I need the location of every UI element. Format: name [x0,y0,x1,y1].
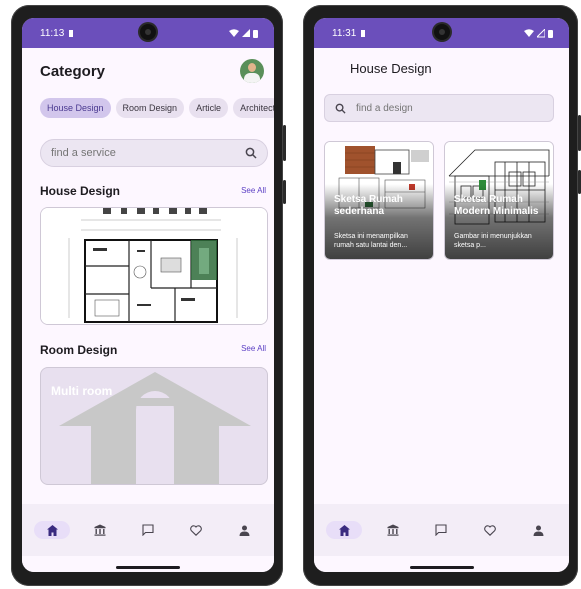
search-bar[interactable] [324,94,554,122]
nav-favorites[interactable] [178,521,214,539]
bottom-navigation [22,504,274,556]
battery-icon [253,29,258,38]
page-title: Category [40,62,106,80]
floor-plan-image [41,208,267,324]
design-card-title: Sketsa Rumah sederhana [334,194,403,217]
search-icon[interactable] [245,147,257,159]
avatar[interactable] [240,59,264,83]
heart-icon [484,524,496,536]
person-icon [239,525,249,536]
phone-right: 11:31 House Design find a design Sketsa … [303,5,581,586]
nav-chat[interactable] [130,521,166,539]
nav-favorites[interactable] [472,521,508,539]
phone-left: 11:13 Category House Design Room Design … [11,5,286,586]
design-card-description: Gambar ini menunjukkan sketsa p... [454,233,532,249]
search-input[interactable] [51,147,221,159]
signal-icon [242,28,250,37]
heart-icon [190,524,202,536]
status-time: 11:31 [332,27,357,39]
nav-chat[interactable] [423,521,459,539]
see-all-house-design-link[interactable]: See All [241,186,266,195]
design-card[interactable]: Sketsa Rumah sederhana Sketsa ini menamp… [324,141,434,260]
person-icon [533,525,544,536]
chip-article[interactable]: Article [189,98,229,118]
battery-icon [548,29,553,38]
bottom-navigation [314,504,569,556]
nav-bank[interactable] [82,521,118,539]
nav-profile[interactable] [226,521,262,539]
design-card-title: Sketsa Rumah Modern Minimalis [454,194,539,217]
status-time: 11:13 [40,27,65,39]
design-card[interactable]: Sketsa Rumah Modern Minimalis Gambar ini… [444,141,554,260]
chip-house-design[interactable]: House Design [40,98,111,118]
search-bar[interactable] [40,139,268,167]
home-icon [46,524,58,536]
nav-bank[interactable] [375,521,411,539]
category-chips: House Design Room Design Article Archite… [40,98,274,118]
header: Category [40,56,264,86]
wifi-icon [229,28,239,37]
category-screen: 11:13 Category House Design Room Design … [22,18,274,572]
header: House Design [350,54,432,82]
battery-saver-icon [361,29,366,37]
volume-button [283,125,286,161]
power-button [283,180,286,204]
signal-icon [537,28,545,37]
status-bar: 11:31 [314,18,569,48]
section-title-house-design: House Design [40,184,121,198]
nav-home[interactable] [326,521,363,539]
chip-architect[interactable]: Architect [233,98,274,118]
chat-icon [142,524,154,536]
gesture-area [314,556,569,572]
bank-icon [94,524,106,536]
section-title-room-design: Room Design [40,343,118,357]
home-indicator[interactable] [116,566,180,569]
search-input[interactable] [356,102,526,114]
camera-cutout [140,24,156,40]
room-design-card[interactable]: Multi room [40,367,268,485]
nav-home[interactable] [34,521,70,539]
see-all-room-design-link[interactable]: See All [241,344,266,353]
chip-room-design[interactable]: Room Design [115,98,185,118]
camera-cutout [433,24,450,40]
home-indicator[interactable] [409,566,474,569]
nav-profile[interactable] [521,521,557,539]
house-design-screen: 11:31 House Design find a design Sketsa … [314,18,569,572]
home-icon [338,524,350,536]
gesture-area [22,556,274,572]
design-card-description: Sketsa ini menampilkan rumah satu lantai… [334,233,408,249]
search-icon[interactable] [335,103,346,114]
room-design-card-title: Multi room [51,384,113,398]
wifi-icon [524,28,534,37]
bank-icon [387,524,399,536]
house-design-card-title: Skt [51,224,70,238]
battery-saver-icon [69,29,74,37]
page-title: House Design [350,60,432,76]
house-design-card[interactable]: Skt [40,207,268,325]
chat-icon [435,524,448,536]
status-bar: 11:13 [22,18,274,48]
